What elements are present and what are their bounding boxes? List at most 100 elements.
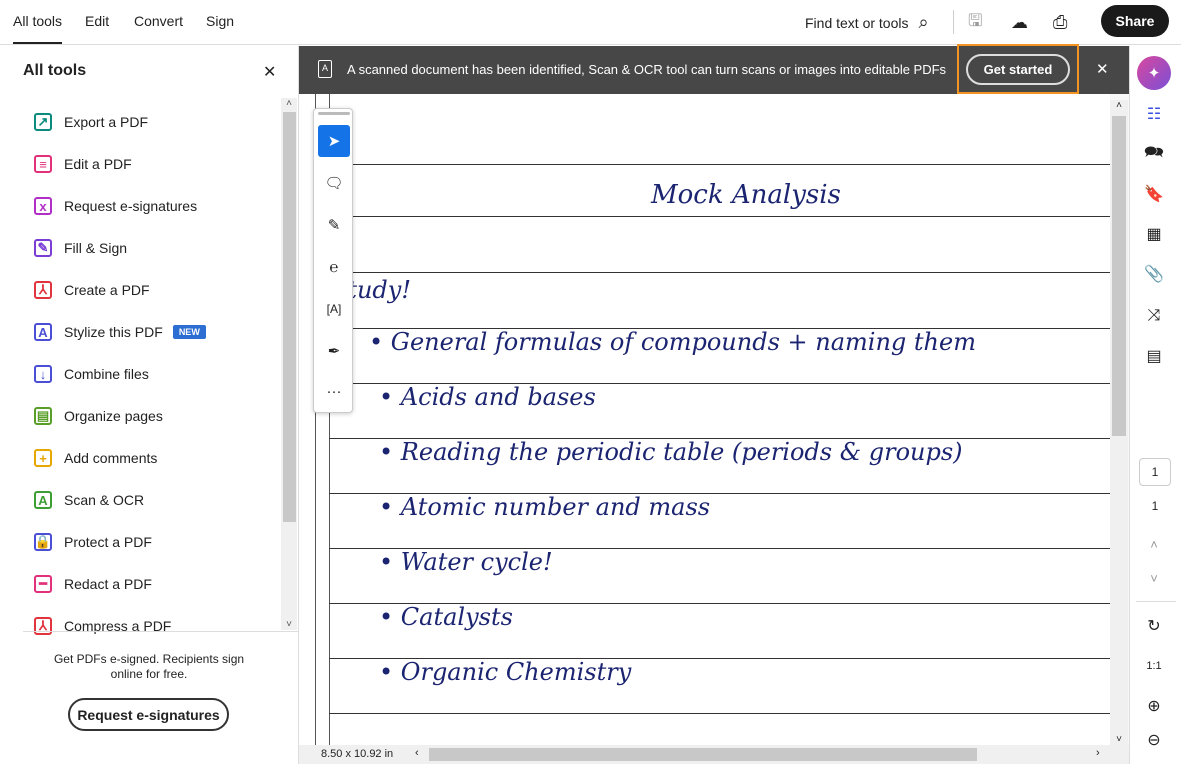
find-tools-button[interactable]: Find text or tools ⌕ — [805, 0, 929, 45]
zoom-in-icon[interactable]: ⊕ — [1142, 694, 1166, 718]
tool-item[interactable]: ━ Redact a PDF — [34, 572, 152, 596]
actual-size-icon[interactable]: 1:1 — [1142, 654, 1166, 678]
tool-item[interactable]: + Add comments — [34, 446, 157, 470]
compare-icon[interactable]: ⤨ — [1142, 304, 1166, 328]
ocr-banner: A A scanned document has been identified… — [299, 44, 1129, 94]
tool-label: Scan & OCR — [64, 492, 145, 508]
zoom-out-icon[interactable]: ⊖ — [1142, 728, 1166, 752]
line-text: Organic Chemistry — [400, 658, 632, 686]
tab-sign[interactable]: Sign — [206, 13, 234, 29]
banner-text: A scanned document has been identified, … — [347, 62, 947, 77]
save-icon[interactable]: 🖫 — [968, 0, 982, 45]
more-icon[interactable]: ··· — [318, 375, 350, 407]
text-box-icon[interactable]: [A] — [318, 293, 350, 325]
page-total: 1 — [1151, 499, 1159, 513]
scroll-down-icon[interactable]: ˅ — [281, 619, 297, 630]
rotate-icon[interactable]: ↻ — [1142, 614, 1166, 638]
line-text: Reading the periodic table (periods & gr… — [400, 438, 963, 466]
line-text: Catalysts — [400, 603, 513, 631]
scroll-down-icon[interactable]: ˅ — [1110, 734, 1128, 745]
request-esignatures-button[interactable]: Request e-signatures — [68, 698, 229, 731]
scan-doc-icon: A — [318, 60, 332, 78]
close-icon[interactable]: ✕ — [263, 62, 276, 82]
scroll-up-icon[interactable]: ˄ — [1110, 100, 1128, 111]
search-icon: ⌕ — [918, 12, 929, 32]
comments-icon[interactable]: 🗪 — [1142, 142, 1166, 166]
right-rail: ✦ ☷ 🗪 🔖 ▦ 📎 ⤨ ▤ 1 1 ˄ ˅ ↻ 1:1 ⊕ ⊖ — [1129, 46, 1181, 764]
tool-item[interactable]: x Request e-signatures — [34, 194, 197, 218]
scroll-thumb[interactable] — [429, 748, 977, 761]
tool-label: Request e-signatures — [64, 198, 198, 214]
new-badge: NEW — [172, 325, 206, 339]
tool-item[interactable]: ▤ Organize pages — [34, 404, 163, 428]
vertical-scrollbar[interactable]: ˄ ˅ — [1110, 100, 1128, 745]
generative-summary-icon[interactable]: ☷ — [1142, 102, 1166, 126]
tool-item[interactable]: ⅄ Create a PDF — [34, 278, 150, 302]
tool-label: Export a PDF — [64, 114, 149, 130]
tool-label: Edit a PDF — [64, 156, 132, 172]
scroll-left-icon[interactable]: ‹ — [415, 747, 419, 759]
previous-page-icon[interactable]: ˄ — [1142, 532, 1166, 556]
line-text: Atomic number and mass — [400, 493, 711, 521]
handwritten-line: • Catalysts — [379, 603, 513, 631]
bullet: • — [379, 658, 401, 686]
add-comment-icon[interactable]: 🗨 — [318, 167, 350, 199]
tool-item[interactable]: A Scan & OCR — [34, 488, 144, 512]
highlight-icon[interactable]: ✎ — [318, 209, 350, 241]
tool-item[interactable]: ↓ Combine files — [34, 362, 149, 386]
divider — [23, 631, 301, 632]
next-page-icon[interactable]: ˅ — [1142, 566, 1166, 590]
bullet: • — [379, 548, 401, 576]
line-text: Acids and bases — [400, 383, 596, 411]
tool-item[interactable]: 🔒 Protect a PDF — [34, 530, 152, 554]
tool-item[interactable]: A Stylize this PDF NEW — [34, 320, 206, 344]
tool-item[interactable]: ≡ Edit a PDF — [34, 152, 132, 176]
tab-edit[interactable]: Edit — [85, 13, 109, 29]
find-label: Find text or tools — [805, 14, 909, 31]
scroll-thumb[interactable] — [283, 112, 296, 522]
tool-label: Add comments — [64, 450, 158, 466]
tool-label: Create a PDF — [64, 282, 150, 298]
attachments-icon[interactable]: 📎 — [1142, 262, 1166, 286]
bookmarks-icon[interactable]: 🔖 — [1142, 182, 1166, 206]
page-number-input[interactable]: 1 — [1139, 458, 1171, 486]
doc-properties-icon[interactable]: ▤ — [1142, 344, 1166, 368]
print-icon[interactable]: ⎙ — [1053, 0, 1067, 45]
ruled-line — [329, 272, 1110, 273]
ai-assistant-icon[interactable]: ✦ — [1137, 56, 1171, 90]
share-button[interactable]: Share — [1101, 5, 1169, 37]
handwritten-line: • Atomic number and mass — [379, 493, 710, 521]
sign-icon[interactable]: ✒ — [318, 335, 350, 367]
handwritten-line: • Water cycle! — [379, 548, 553, 576]
close-banner-icon[interactable]: ✕ — [1096, 60, 1109, 78]
scroll-up-icon[interactable]: ˄ — [281, 98, 297, 109]
cloud-icon[interactable]: ☁ — [1011, 0, 1028, 45]
thumbnails-icon[interactable]: ▦ — [1142, 222, 1166, 246]
panel-scrollbar[interactable]: ˄ ˅ — [281, 98, 297, 630]
tool-item[interactable]: ⅄ Compress a PDF — [34, 614, 171, 638]
handwritten-line: • Reading the periodic table (periods & … — [379, 438, 963, 466]
scroll-thumb[interactable] — [1112, 116, 1126, 436]
select-tool-icon[interactable]: ➤ — [318, 125, 350, 157]
tool-label: Stylize this PDF — [64, 324, 163, 340]
tool-icon: x — [34, 197, 52, 215]
tool-icon: ↓ — [34, 365, 52, 383]
tool-label: Redact a PDF — [64, 576, 152, 592]
drag-handle[interactable] — [318, 112, 350, 115]
get-started-button[interactable]: Get started — [966, 54, 1070, 85]
tool-icon: + — [34, 449, 52, 467]
ruled-line — [329, 713, 1110, 714]
panel-title: All tools — [23, 62, 87, 79]
draw-icon[interactable]: ℮ — [318, 251, 350, 283]
tab-convert[interactable]: Convert — [134, 13, 183, 29]
tool-item[interactable]: ✎ Fill & Sign — [34, 236, 127, 260]
handwritten-line: • Organic Chemistry — [379, 658, 631, 686]
get-started-highlight: Get started — [957, 44, 1079, 94]
line-text: Water cycle! — [400, 548, 553, 576]
horizontal-scrollbar[interactable]: 8.50 x 10.92 in ‹ › — [299, 745, 1129, 764]
document-area: Mock Analysis study! • General formulas o… — [299, 44, 1129, 764]
tool-item[interactable]: ↗ Export a PDF — [34, 110, 148, 134]
tab-all-tools[interactable]: All tools — [13, 13, 63, 44]
scroll-right-icon[interactable]: › — [1096, 747, 1100, 759]
tool-icon: A — [34, 491, 52, 509]
